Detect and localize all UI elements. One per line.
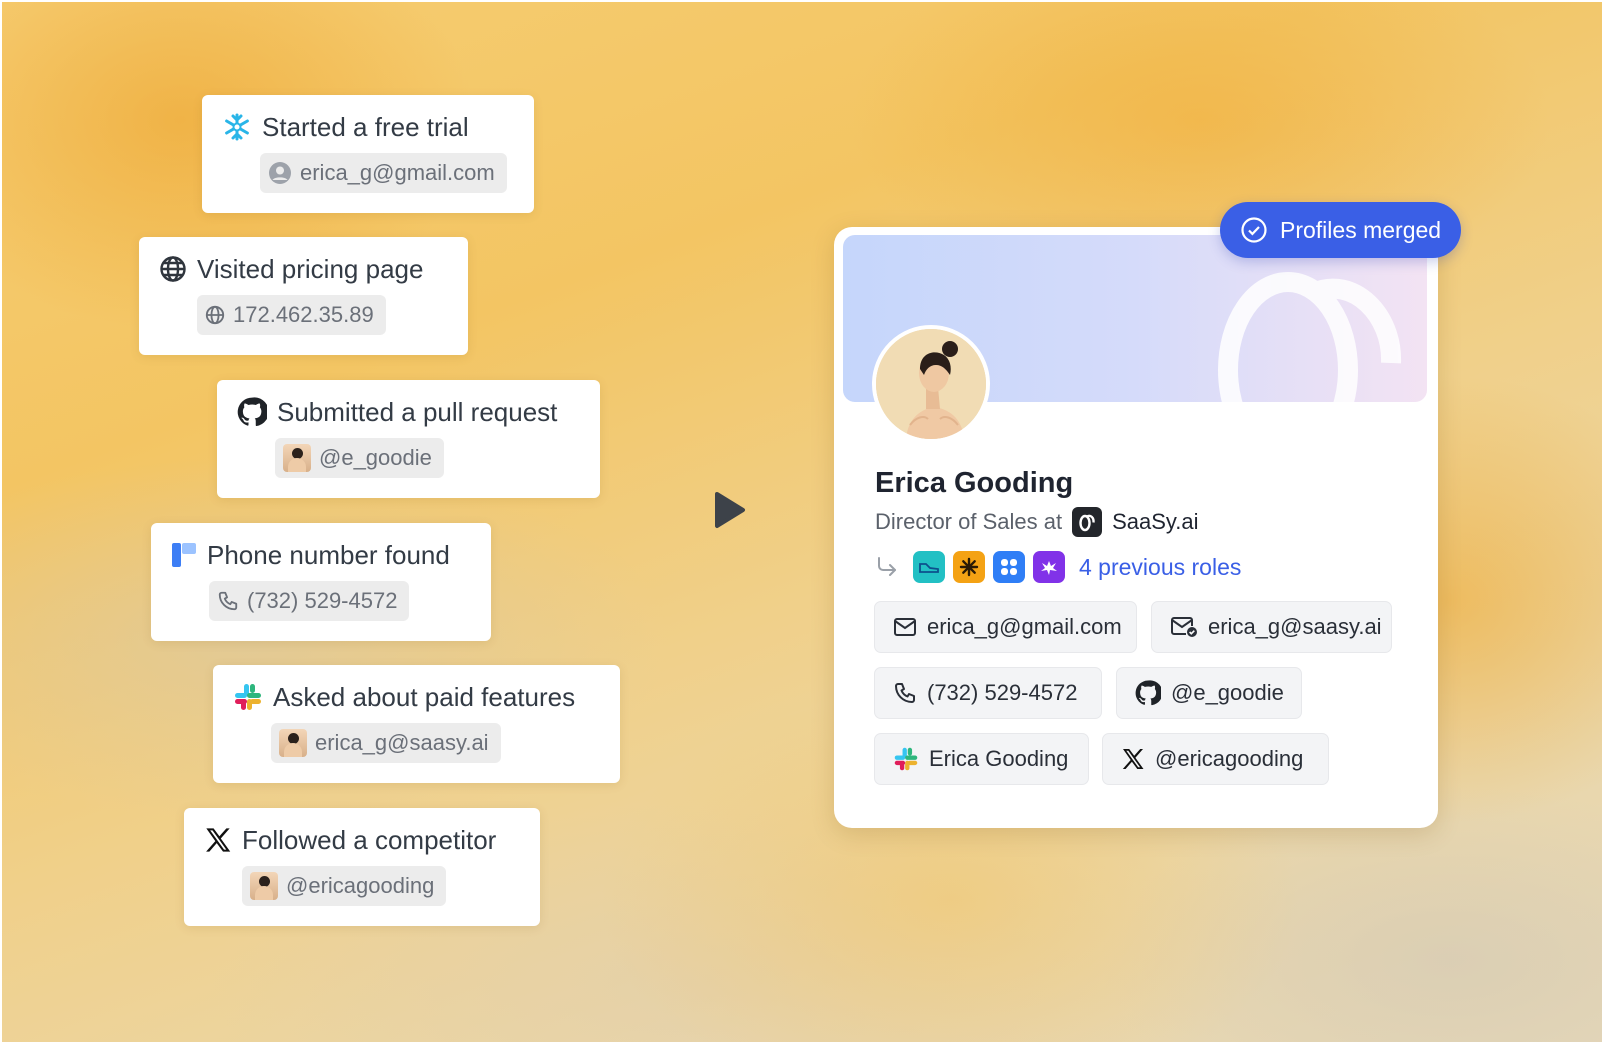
profiles-merged-badge: Profiles merged: [1220, 202, 1461, 258]
snowflake-icon: [222, 112, 252, 142]
user-circle-icon: [268, 161, 292, 185]
github-icon: [237, 397, 267, 427]
profile-name: Erica Gooding: [875, 467, 1074, 499]
activity-chip-label: @ericagooding: [286, 873, 435, 898]
contact-chip-github[interactable]: @e_goodie: [1116, 667, 1302, 719]
activity-title: Followed a competitor: [242, 824, 497, 855]
activity-title: Started a free trial: [262, 111, 469, 142]
activity-identity-chip: erica_g@gmail.com: [260, 153, 507, 193]
return-arrow-icon: [875, 555, 899, 579]
globe-icon: [205, 305, 225, 325]
merged-profile-card[interactable]: Erica Gooding Director of Sales at SaaSy…: [834, 227, 1438, 828]
contact-label: (732) 529-4572: [927, 680, 1078, 705]
slack-icon: [893, 746, 919, 772]
company-logo-icon: [1072, 507, 1103, 537]
contact-chip-x[interactable]: @ericagooding: [1102, 733, 1329, 785]
contact-chip-email-work[interactable]: erica_g@saasy.ai: [1151, 601, 1392, 653]
role-company-shoe-icon: [913, 551, 945, 583]
activity-identity-chip: (732) 529-4572: [209, 581, 410, 621]
activity-chip-label: (732) 529-4572: [247, 588, 398, 613]
x-icon: [204, 826, 232, 854]
github-icon: [1135, 680, 1161, 706]
phone-source-logo-icon: [171, 542, 197, 568]
activity-identity-chip: @ericagooding: [242, 866, 447, 906]
avatar: [250, 872, 278, 900]
company-name[interactable]: SaaSy.ai: [1112, 509, 1198, 535]
activity-card-followed-competitor[interactable]: Followed a competitor @ericagooding: [184, 808, 540, 926]
avatar: [283, 444, 311, 472]
previous-roles-link[interactable]: 4 previous roles: [1079, 554, 1241, 581]
activity-title: Phone number found: [207, 539, 450, 570]
activity-chip-label: erica_g@gmail.com: [300, 160, 495, 185]
activity-chip-label: 172.462.35.89: [233, 302, 374, 327]
activity-title: Submitted a pull request: [277, 396, 558, 427]
play-arrow-icon: [713, 490, 747, 535]
previous-roles-row: 4 previous roles: [875, 551, 1241, 583]
check-circle-icon: [1240, 216, 1268, 244]
role-prefix: Director of Sales at: [875, 509, 1063, 534]
activity-card-phone-found[interactable]: Phone number found (732) 529-4572: [151, 523, 491, 641]
activity-title: Asked about paid features: [273, 681, 576, 712]
phone-icon: [893, 681, 917, 705]
activity-title: Visited pricing page: [197, 253, 424, 284]
contact-label: erica_g@saasy.ai: [1208, 614, 1382, 639]
mail-verified-icon: [1170, 616, 1198, 638]
profile-role: Director of Sales at SaaSy.ai: [875, 507, 1199, 537]
role-company-grid-icon: [993, 551, 1025, 583]
activity-identity-chip: erica_g@saasy.ai: [271, 723, 501, 763]
activity-identity-chip: @e_goodie: [275, 438, 444, 478]
badge-label: Profiles merged: [1280, 216, 1442, 243]
contact-chip-slack[interactable]: Erica Gooding: [874, 733, 1089, 785]
contact-label: Erica Gooding: [929, 746, 1069, 771]
activity-identity-chip: 172.462.35.89: [197, 295, 386, 335]
x-icon: [1121, 747, 1145, 771]
avatar: [279, 729, 307, 757]
activity-card-free-trial[interactable]: Started a free trial erica_g@gmail.com: [202, 95, 534, 213]
activity-chip-label: erica_g@saasy.ai: [315, 730, 489, 755]
contact-label: @ericagooding: [1155, 746, 1304, 771]
activity-card-pull-request[interactable]: Submitted a pull request @e_goodie: [217, 380, 600, 498]
role-company-asterisk-icon: [953, 551, 985, 583]
slack-icon: [233, 682, 263, 712]
activity-chip-label: @e_goodie: [319, 445, 432, 470]
mail-icon: [893, 617, 917, 637]
contact-chip-phone[interactable]: (732) 529-4572: [874, 667, 1102, 719]
activity-card-pricing[interactable]: Visited pricing page 172.462.35.89: [139, 237, 468, 355]
activity-card-paid-features[interactable]: Asked about paid features erica_g@saasy.…: [213, 665, 620, 783]
globe-icon: [159, 255, 187, 283]
phone-icon: [217, 590, 239, 612]
contact-chip-email-personal[interactable]: erica_g@gmail.com: [874, 601, 1137, 653]
role-company-bird-icon: [1033, 551, 1065, 583]
contact-label: erica_g@gmail.com: [927, 614, 1122, 639]
contact-label: @e_goodie: [1171, 680, 1284, 705]
profile-avatar: [872, 325, 990, 443]
